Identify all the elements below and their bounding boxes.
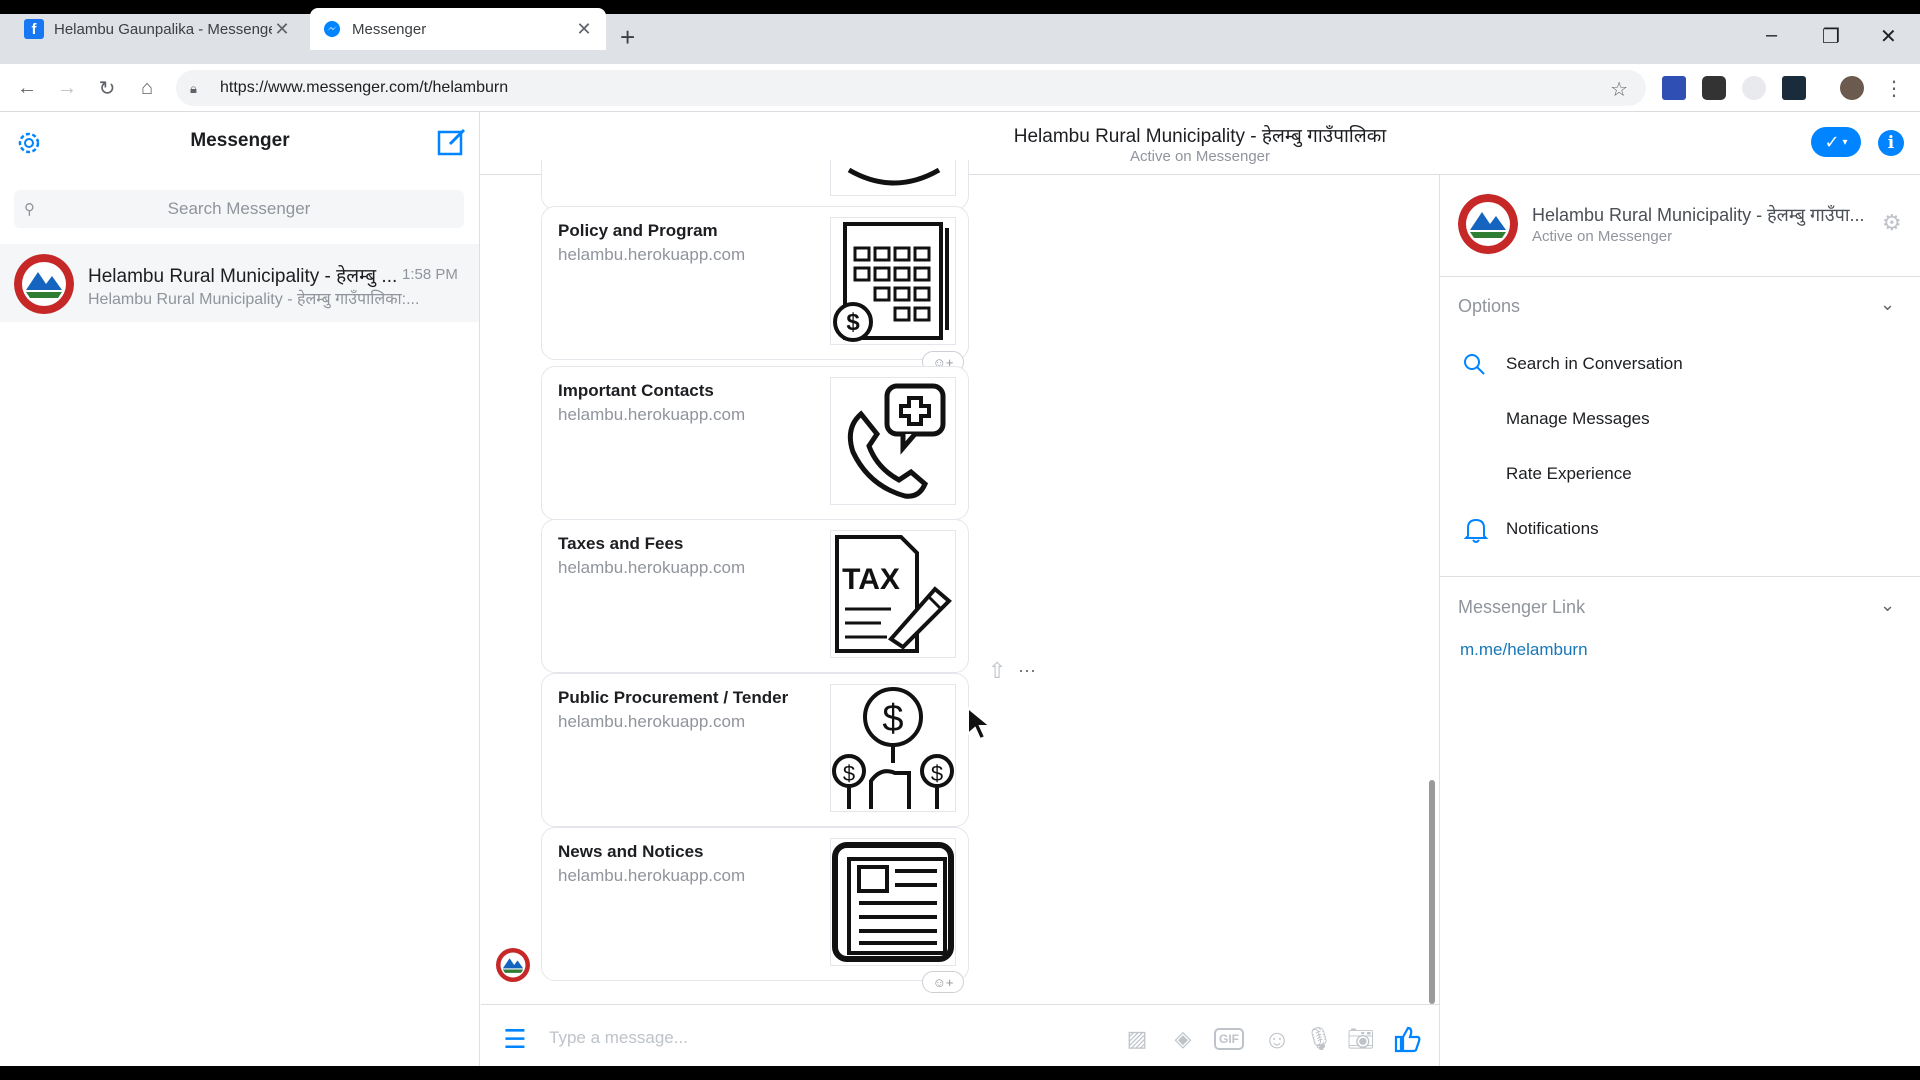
card-subtitle: helambu.herokuapp.com (558, 558, 746, 577)
close-window-button[interactable]: ✕ (1880, 24, 1897, 49)
tab-close-icon[interactable]: ✕ (574, 19, 594, 40)
minimize-button[interactable]: – (1766, 24, 1777, 47)
divider (1440, 576, 1920, 577)
search-icon: ⚲ (24, 201, 35, 218)
lock-icon: 🔒︎ (190, 81, 197, 96)
option-rate-experience[interactable]: Rate Experience (1506, 464, 1632, 484)
svg-text:$: $ (846, 309, 860, 336)
svg-text:TAX: TAX (842, 563, 900, 596)
address-bar[interactable]: 🔒︎ https://www.messenger.com/t/helamburn… (176, 70, 1646, 106)
more-options-icon[interactable]: ··· (1018, 660, 1036, 681)
tab-messenger[interactable]: Messenger ✕ (310, 8, 606, 50)
emoji-icon[interactable]: ☺ (1262, 1024, 1292, 1054)
compose-icon[interactable] (436, 126, 468, 163)
tax-document-icon: TAX (830, 530, 956, 658)
message-card[interactable]: Taxes and Fees helambu.herokuapp.com TAX (541, 519, 969, 673)
svg-text:$: $ (843, 761, 855, 786)
pocket-icon[interactable] (1702, 76, 1726, 100)
sticker-icon[interactable]: ◈ (1168, 1024, 1198, 1054)
calculator-icon: $ (830, 217, 956, 345)
bell-icon (1463, 516, 1489, 549)
gif-icon[interactable]: GIF (1214, 1024, 1244, 1054)
card-subtitle: helambu.herokuapp.com (558, 245, 746, 264)
details-name: Helambu Rural Municipality - हेलम्बु गाउ… (1532, 205, 1865, 225)
option-notifications[interactable]: Notifications (1506, 519, 1599, 539)
message-card[interactable]: Important Contacts helambu.herokuapp.com (541, 366, 969, 520)
tab-title: Helambu Gaunpalika - Messenger (54, 20, 272, 38)
share-icon[interactable]: ⇧ (988, 658, 1006, 684)
card-title: Public Procurement / Tender (558, 688, 789, 707)
municipality-logo-avatar (1458, 194, 1518, 254)
tab-close-icon[interactable]: ✕ (272, 19, 292, 40)
messenger-icon (322, 19, 342, 39)
react-devtools-icon[interactable] (1782, 76, 1806, 100)
message-input[interactable]: Type a message... (549, 1028, 688, 1048)
chat-scrollbar[interactable] (1429, 780, 1435, 1004)
conversation-snippet: Helambu Rural Municipality - हेलम्बु गाउ… (88, 291, 420, 308)
messenger-link[interactable]: m.me/helamburn (1460, 640, 1588, 660)
card-subtitle: helambu.herokuapp.com (558, 405, 746, 424)
chevron-down-icon[interactable]: ⌄ (1880, 294, 1895, 315)
new-tab-button[interactable]: + (620, 24, 635, 50)
card-subtitle: helambu.herokuapp.com (558, 866, 746, 885)
settings-gear-icon[interactable]: ⚙ (1882, 210, 1902, 236)
bookmark-star-icon[interactable]: ☆ (1610, 77, 1628, 102)
home-icon[interactable]: ⌂ (133, 74, 161, 102)
thumbs-up-icon[interactable] (1392, 1024, 1422, 1054)
checkmark-dropdown-button[interactable]: ✓ ▾ (1811, 127, 1861, 157)
microphone-icon[interactable]: 🎙︎ (1304, 1024, 1334, 1054)
gif-label: GIF (1214, 1028, 1244, 1050)
option-manage-messages[interactable]: Manage Messages (1506, 409, 1650, 429)
tender-money-icon: $ $ $ (830, 684, 956, 812)
add-reaction-button[interactable]: ☺+ (922, 971, 964, 993)
screen-bottom-border (0, 1066, 1920, 1080)
profile-avatar[interactable] (1840, 76, 1864, 100)
maximize-button[interactable]: ❐ (1822, 24, 1840, 49)
card-title: News and Notices (558, 842, 704, 861)
camera-icon[interactable]: 📷︎ (1346, 1024, 1376, 1054)
url-text: https://www.messenger.com/t/helamburn (220, 79, 509, 96)
tab-title: Messenger (352, 20, 427, 38)
details-status: Active on Messenger (1532, 228, 1673, 245)
message-card-partial[interactable] (541, 160, 969, 210)
extension-icon[interactable] (1662, 76, 1686, 100)
facebook-icon: f (24, 19, 44, 39)
search-messenger-input[interactable]: ⚲ Search Messenger (14, 190, 464, 228)
message-card[interactable]: News and Notices helambu.herokuapp.com (541, 827, 969, 981)
card-subtitle: helambu.herokuapp.com (558, 712, 746, 731)
card-title: Policy and Program (558, 221, 718, 240)
card-title: Taxes and Fees (558, 534, 684, 553)
municipality-logo-avatar (14, 254, 74, 314)
search-placeholder: Search Messenger (167, 199, 311, 218)
card-image (830, 160, 956, 196)
conversation-time: 1:58 PM (402, 266, 458, 283)
option-search-in-conversation[interactable]: Search in Conversation (1506, 354, 1683, 374)
reload-icon[interactable]: ↻ (93, 74, 121, 102)
svg-text:$: $ (882, 698, 903, 740)
options-section-header[interactable]: Options (1458, 296, 1520, 317)
message-card[interactable]: Public Procurement / Tender helambu.hero… (541, 673, 969, 827)
newspaper-icon (830, 838, 956, 966)
sender-avatar (496, 948, 530, 987)
sidebar-title: Messenger (190, 130, 290, 151)
extension-icon[interactable] (1742, 76, 1766, 100)
messenger-link-section-header[interactable]: Messenger Link (1458, 597, 1585, 618)
info-icon[interactable]: i (1878, 130, 1904, 156)
tab-helambu-gaunpalika[interactable]: f Helambu Gaunpalika - Messenger ✕ (12, 8, 304, 50)
svg-text:$: $ (931, 761, 943, 786)
phone-medical-icon (830, 377, 956, 505)
mouse-cursor-icon (966, 705, 994, 747)
chevron-down-icon[interactable]: ⌄ (1880, 595, 1895, 616)
chrome-menu-icon[interactable]: ⋮ (1880, 74, 1908, 102)
message-card[interactable]: Policy and Program helambu.herokuapp.com… (541, 206, 969, 360)
forward-arrow-icon[interactable]: → (53, 74, 81, 102)
card-title: Important Contacts (558, 381, 714, 400)
menu-icon[interactable]: ☰ (500, 1024, 530, 1054)
conversation-name: Helambu Rural Municipality - हेलम्बु ... (88, 266, 398, 287)
chat-title: Helambu Rural Municipality - हेलम्बु गाउ… (1013, 126, 1387, 147)
back-arrow-icon[interactable]: ← (13, 74, 41, 102)
photo-icon[interactable]: ▨ (1122, 1024, 1152, 1054)
divider (1440, 276, 1920, 277)
search-icon (1462, 352, 1486, 381)
